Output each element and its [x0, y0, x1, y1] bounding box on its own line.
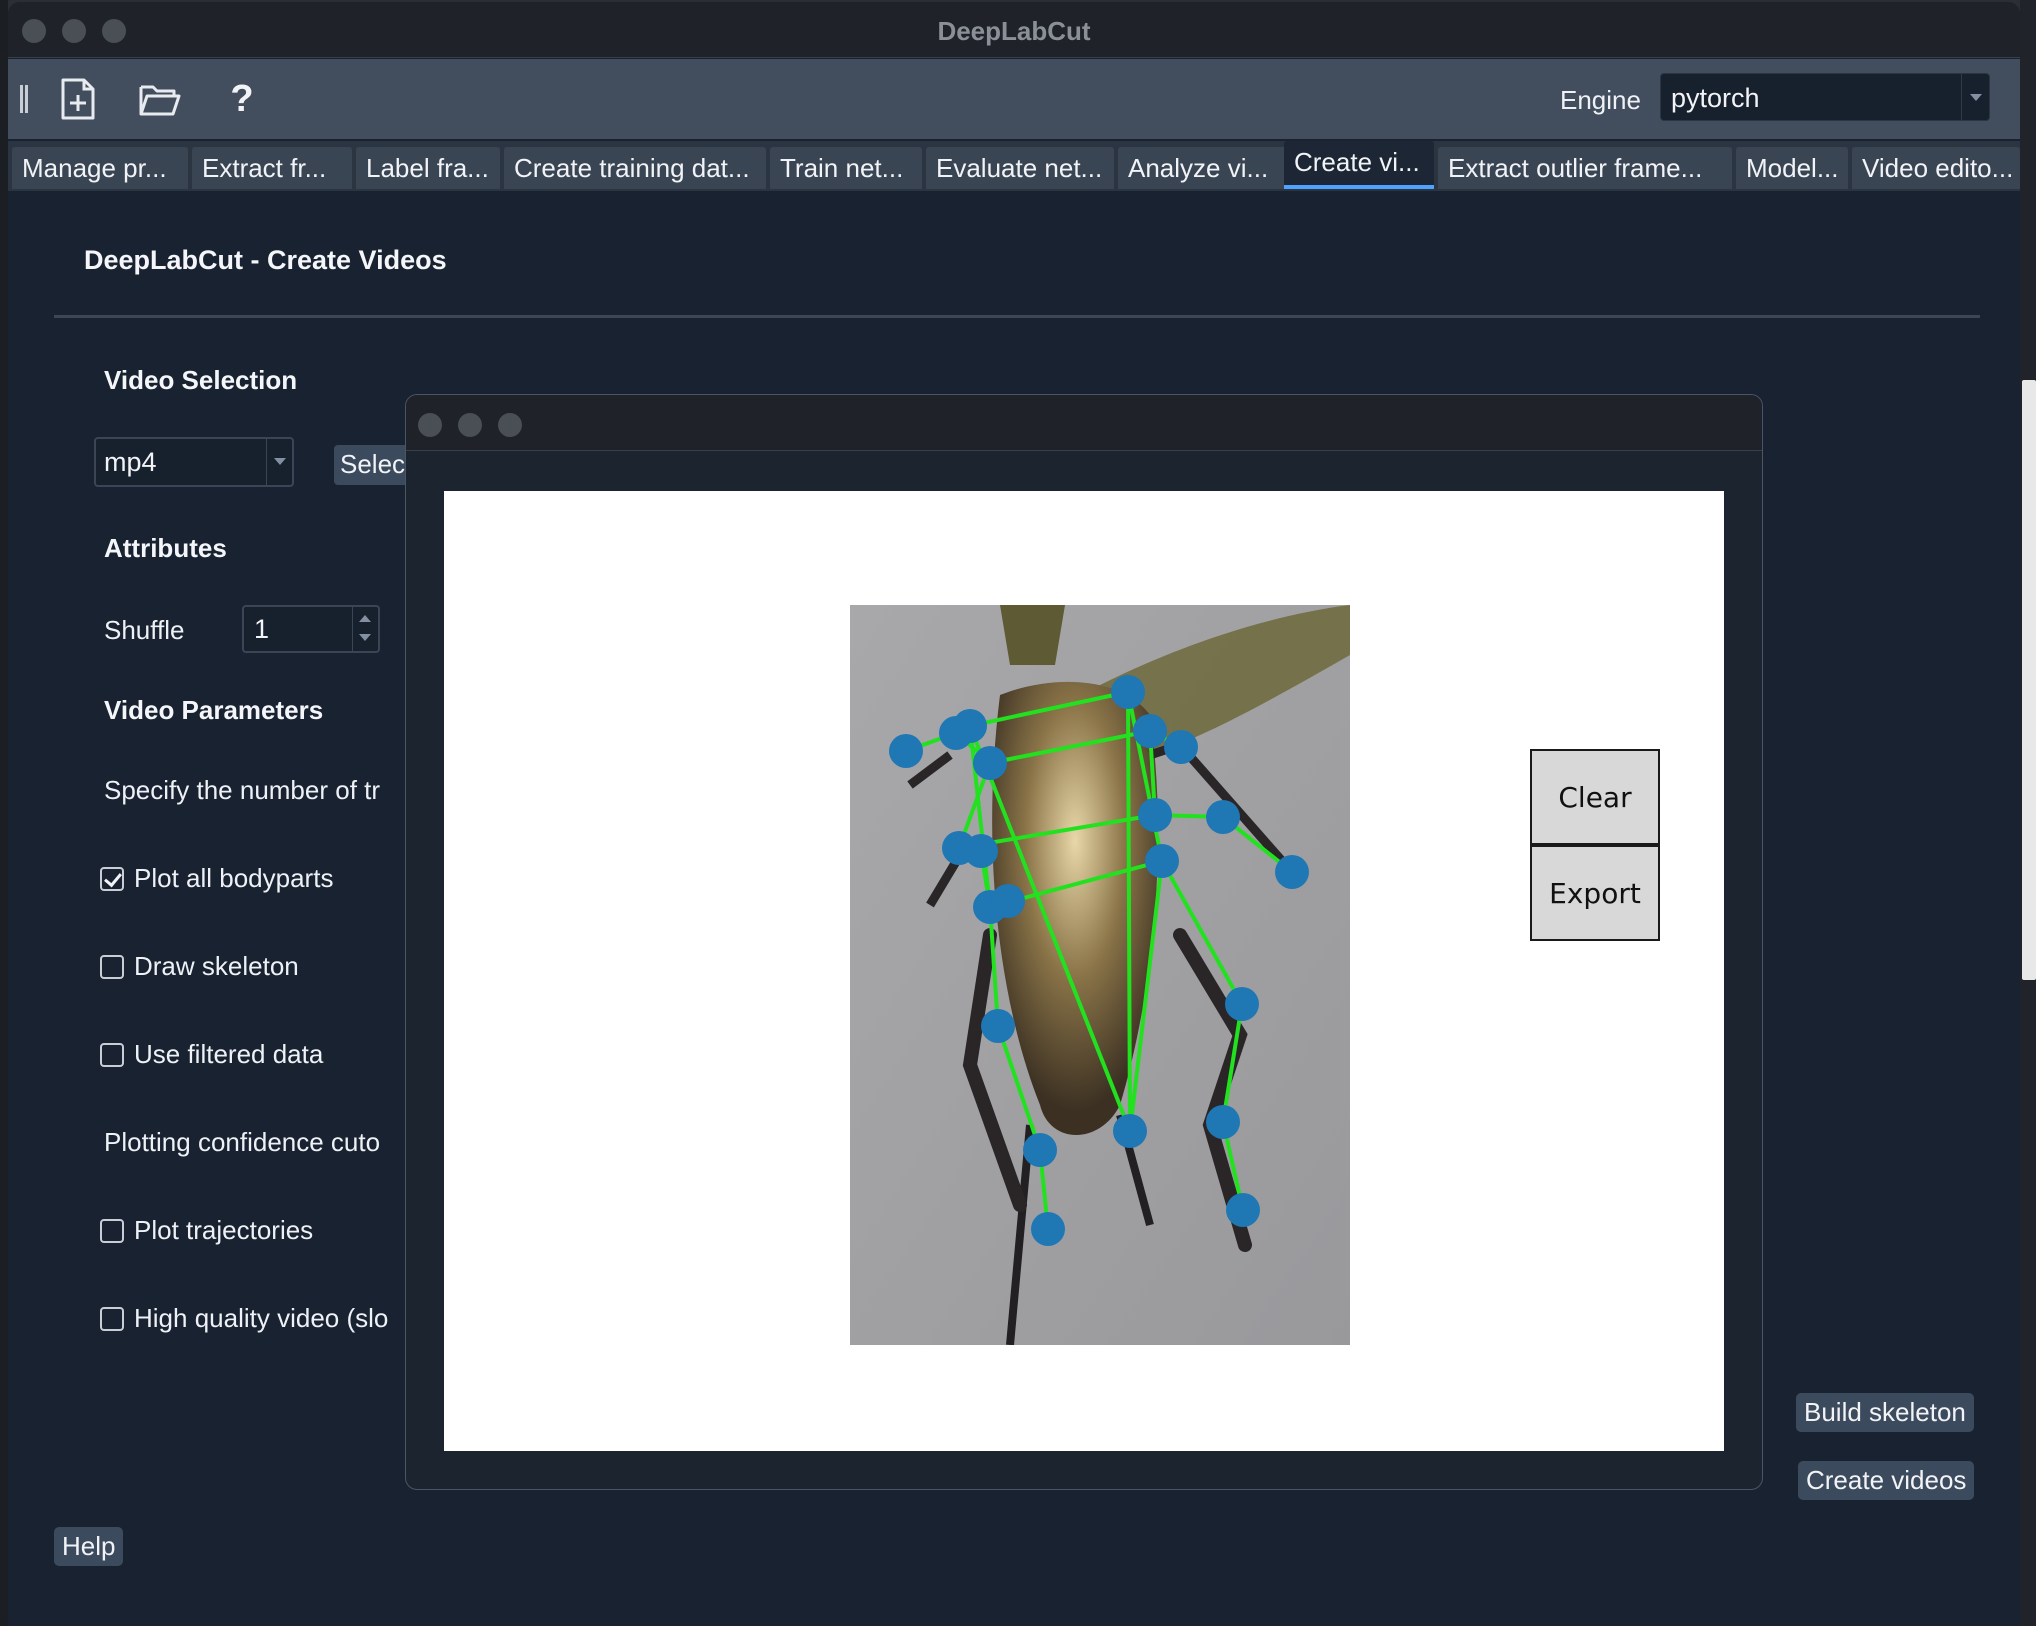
draw-skeleton-checkbox[interactable]: [100, 955, 124, 979]
tab-extract-outlier-frames[interactable]: Extract outlier frame...: [1438, 147, 1732, 189]
divider: [54, 315, 1980, 318]
bodypart-point[interactable]: [1225, 987, 1259, 1021]
tab-label-frames[interactable]: Label fra...: [356, 147, 500, 189]
draw-skeleton-label: Draw skeleton: [134, 951, 299, 981]
close-window-button[interactable]: [418, 413, 442, 437]
labeled-frame-image[interactable]: [850, 605, 1350, 1345]
chevron-down-icon: [1961, 74, 1989, 120]
plot-trajectories-label: Plot trajectories: [134, 1215, 314, 1245]
bodypart-point[interactable]: [1111, 675, 1145, 709]
bodypart-point[interactable]: [1164, 730, 1198, 764]
use-filtered-data-label: Use filtered data: [134, 1039, 324, 1069]
skeleton-builder-window: Clear Export: [405, 394, 1763, 1490]
video-format-value: mp4: [104, 447, 157, 477]
desktop-background-right: [2020, 0, 2036, 1626]
bodypart-point[interactable]: [973, 746, 1007, 780]
bodypart-point[interactable]: [991, 884, 1025, 918]
attributes-heading: Attributes: [104, 533, 227, 563]
build-skeleton-button[interactable]: Build skeleton: [1796, 1393, 1974, 1432]
bodypart-point[interactable]: [1145, 844, 1179, 878]
bodypart-point[interactable]: [953, 709, 987, 743]
bodypart-point[interactable]: [1138, 798, 1172, 832]
plot-all-bodyparts-checkbox[interactable]: [100, 867, 124, 891]
tab-model-zoo[interactable]: Model...: [1736, 147, 1848, 189]
toolbar: ? Engine pytorch: [8, 59, 2020, 139]
toolbar-grip-icon[interactable]: [20, 85, 28, 113]
help-icon[interactable]: ?: [220, 77, 264, 121]
spin-up-icon[interactable]: [359, 615, 371, 622]
high-quality-video-checkbox[interactable]: [100, 1307, 124, 1331]
create-videos-button[interactable]: Create videos: [1798, 1461, 1975, 1500]
bodypart-point[interactable]: [964, 834, 998, 868]
shuffle-spinbox[interactable]: 1: [242, 605, 380, 653]
bodypart-point[interactable]: [1226, 1193, 1260, 1227]
bodypart-point[interactable]: [1113, 1114, 1147, 1148]
chevron-down-icon: [266, 439, 292, 485]
tab-manage-project[interactable]: Manage pr...: [12, 147, 188, 189]
minimize-window-button[interactable]: [458, 413, 482, 437]
plot-trajectories-checkbox[interactable]: [100, 1219, 124, 1243]
title-bar: DeepLabCut: [8, 2, 2020, 58]
window-title: DeepLabCut: [937, 16, 1091, 46]
tab-create-training-dataset[interactable]: Create training dat...: [504, 147, 766, 189]
folder-open-icon[interactable]: [138, 77, 182, 121]
bodypart-point[interactable]: [1133, 714, 1167, 748]
spin-buttons[interactable]: [352, 607, 378, 651]
video-selection-heading: Video Selection: [104, 365, 298, 395]
num-tracks-label: Specify the number of tr: [104, 775, 381, 805]
page-title: DeepLabCut - Create Videos: [84, 245, 447, 275]
bodypart-point[interactable]: [1275, 855, 1309, 889]
zoom-window-button[interactable]: [498, 413, 522, 437]
bodypart-point[interactable]: [1031, 1212, 1065, 1246]
high-quality-video-label: High quality video (slo: [134, 1303, 389, 1333]
confidence-cutoff-label: Plotting confidence cuto: [104, 1127, 381, 1157]
bodypart-point[interactable]: [1206, 1105, 1240, 1139]
tab-analyze-videos[interactable]: Analyze vi...: [1118, 147, 1290, 189]
select-videos-button[interactable]: Selec: [334, 445, 414, 485]
tab-extract-frames[interactable]: Extract fr...: [192, 147, 352, 189]
skeleton-bone: [1126, 691, 1132, 1132]
export-button[interactable]: Export: [1530, 845, 1660, 941]
tab-evaluate-network[interactable]: Evaluate net...: [926, 147, 1114, 189]
clear-button[interactable]: Clear: [1530, 749, 1660, 845]
desktop-background-left: [0, 0, 8, 1626]
bodypart-point[interactable]: [981, 1009, 1015, 1043]
main-window: DeepLabCut ? Engine pytorch Manage pr...…: [8, 2, 2020, 1626]
tab-video-editor[interactable]: Video edito...: [1852, 147, 2020, 189]
tab-create-videos[interactable]: Create vi...: [1284, 141, 1434, 189]
engine-select-value: pytorch: [1671, 83, 1760, 113]
cricket-head: [1000, 605, 1065, 665]
engine-label: Engine: [1560, 85, 1641, 115]
tab-bar: Manage pr... Extract fr... Label fra... …: [8, 141, 2020, 191]
shuffle-label: Shuffle: [104, 615, 185, 645]
help-button[interactable]: Help: [54, 1527, 124, 1566]
plot-all-bodyparts-label: Plot all bodyparts: [134, 863, 334, 893]
bodypart-point[interactable]: [1206, 800, 1240, 834]
background-scrollbar: [2022, 380, 2036, 980]
bodypart-point[interactable]: [889, 734, 923, 768]
shuffle-value: 1: [254, 614, 270, 644]
video-format-select[interactable]: mp4: [94, 437, 294, 487]
video-parameters-heading: Video Parameters: [104, 695, 324, 725]
use-filtered-data-checkbox[interactable]: [100, 1043, 124, 1067]
bodypart-point[interactable]: [1023, 1133, 1057, 1167]
spin-down-icon[interactable]: [359, 634, 371, 641]
engine-select[interactable]: pytorch: [1660, 73, 1990, 121]
new-project-icon[interactable]: [56, 77, 100, 121]
skeleton-window-title-bar: [406, 395, 1762, 451]
tab-train-network[interactable]: Train net...: [770, 147, 922, 189]
figure-canvas[interactable]: Clear Export: [444, 491, 1724, 1451]
